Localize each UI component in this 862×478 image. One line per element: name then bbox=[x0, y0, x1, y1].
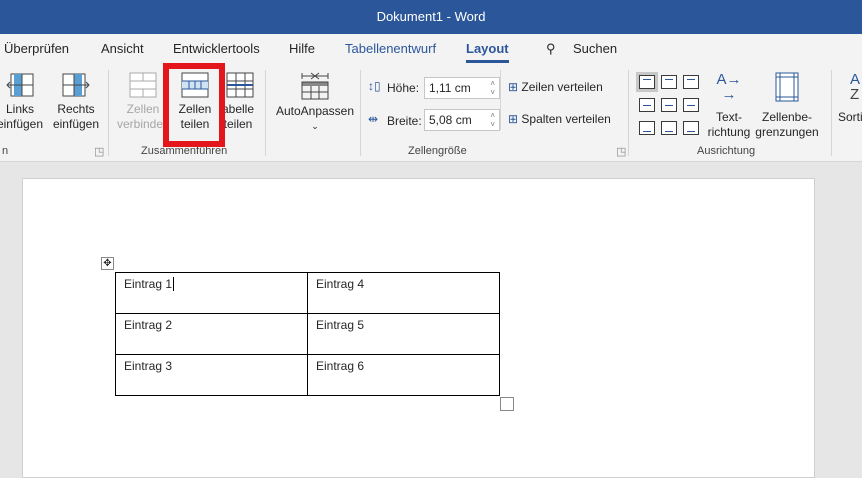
label: Zellen bbox=[126, 102, 160, 116]
label: Text- bbox=[715, 110, 742, 124]
title-bar: Dokument1 - Word bbox=[0, 0, 862, 34]
align-bottom-right-icon[interactable] bbox=[683, 121, 699, 135]
distribute-columns-button[interactable]: ⊞ Spalten verteilen bbox=[508, 112, 611, 126]
align-top-center-icon[interactable] bbox=[661, 75, 677, 89]
sort-button[interactable]: AZ Sorti bbox=[838, 72, 862, 125]
table-row: Eintrag 1 Eintrag 4 bbox=[115, 272, 500, 314]
autofit-button[interactable]: AutoAnpassen ⌄ bbox=[272, 72, 358, 134]
autofit-icon bbox=[301, 72, 329, 100]
group-label-alignment: Ausrichtung bbox=[697, 145, 756, 157]
label: Links bbox=[5, 102, 34, 116]
divider bbox=[628, 70, 629, 156]
merge-cells-button[interactable]: Zellen verbinden bbox=[117, 72, 169, 132]
distribute-columns-icon: ⊞ bbox=[508, 112, 519, 126]
group-label-size: Zellengröße bbox=[408, 145, 467, 157]
label: AutoAnpassen bbox=[275, 104, 355, 118]
merge-cells-icon bbox=[129, 72, 157, 98]
tab-layout[interactable]: Layout bbox=[466, 41, 509, 63]
table-cell[interactable]: Eintrag 4 bbox=[307, 272, 500, 314]
dialog-launcher-icon[interactable]: ◳ bbox=[94, 145, 104, 158]
alignment-grid bbox=[636, 70, 704, 142]
spinner-icon[interactable]: ˄ ˅ bbox=[490, 111, 495, 129]
label: einfügen bbox=[0, 117, 44, 131]
width-label: Breite: bbox=[387, 114, 422, 128]
width-input[interactable]: 5,08 cm ˄ ˅ bbox=[424, 109, 500, 131]
ribbon: Links einfügen Rechts einfügen n ◳ Zellen v… bbox=[0, 64, 862, 162]
label: verbinden bbox=[117, 117, 169, 131]
highlight-box bbox=[163, 63, 225, 147]
insert-left-icon bbox=[6, 73, 34, 97]
height-input[interactable]: 1,11 cm ˄ ˅ bbox=[424, 77, 500, 99]
align-bottom-left-icon[interactable] bbox=[639, 121, 655, 135]
divider bbox=[108, 70, 109, 156]
search-box[interactable]: Suchen bbox=[573, 41, 617, 56]
label: Spalten verteilen bbox=[521, 112, 611, 126]
height-value: 1,11 cm bbox=[429, 81, 471, 95]
table-row: Eintrag 3 Eintrag 6 bbox=[115, 354, 500, 396]
align-top-left-icon[interactable] bbox=[639, 75, 655, 89]
label: Zellenbe- bbox=[761, 110, 813, 124]
table-cell[interactable]: Eintrag 6 bbox=[307, 354, 500, 396]
distribute-rows-button[interactable]: ⊞ Zeilen verteilen bbox=[508, 80, 603, 94]
table-resize-handle[interactable] bbox=[500, 397, 514, 411]
chevron-down-icon: ⌄ bbox=[311, 121, 319, 131]
table-move-handle-icon[interactable]: ✥ bbox=[101, 257, 114, 270]
document-table[interactable]: Eintrag 1 Eintrag 4 Eintrag 2 Eintrag 5 Ei… bbox=[115, 272, 500, 396]
table-cell[interactable]: Eintrag 1 bbox=[115, 272, 308, 314]
cell-text: Eintrag 1 bbox=[124, 277, 173, 291]
label: Tabelle bbox=[222, 102, 254, 116]
divider bbox=[265, 70, 266, 156]
tab-ueberpruefen[interactable]: Überprüfen bbox=[4, 41, 69, 56]
align-top-right-icon[interactable] bbox=[683, 75, 699, 89]
sort-icon: AZ bbox=[850, 71, 861, 103]
tab-hilfe[interactable]: Hilfe bbox=[289, 41, 315, 56]
table-row: Eintrag 2 Eintrag 5 bbox=[115, 313, 500, 355]
height-icon: ↕▯ bbox=[368, 79, 381, 93]
label: richtung bbox=[707, 125, 751, 139]
tab-ansicht[interactable]: Ansicht bbox=[101, 41, 144, 56]
cell-margins-button[interactable]: Zellenbe-grenzungen bbox=[754, 72, 820, 140]
group-label-rows-cols: n bbox=[2, 145, 9, 157]
label: teilen bbox=[223, 117, 253, 131]
table-cell[interactable]: Eintrag 3 bbox=[115, 354, 308, 396]
insert-right-icon bbox=[62, 73, 90, 97]
split-table-button[interactable]: Tabelleteilen bbox=[222, 72, 254, 132]
window-title: Dokument1 - Word bbox=[376, 9, 486, 24]
text-direction-icon: A→ → bbox=[716, 71, 742, 103]
ribbon-tabs: Überprüfen Ansicht Entwicklertools Hilfe… bbox=[0, 34, 862, 64]
width-value: 5,08 cm bbox=[429, 113, 472, 127]
tab-tabellenentwurf[interactable]: Tabellenentwurf bbox=[345, 41, 436, 56]
tab-entwicklertools[interactable]: Entwicklertools bbox=[173, 41, 260, 56]
split-table-icon bbox=[226, 72, 254, 98]
table-cell[interactable]: Eintrag 2 bbox=[115, 313, 308, 355]
label: Rechts bbox=[57, 102, 95, 116]
spinner-icon[interactable]: ˄ ˅ bbox=[490, 79, 495, 97]
divider bbox=[831, 70, 832, 156]
label: einfügen bbox=[52, 117, 100, 131]
table-cell[interactable]: Eintrag 5 bbox=[307, 313, 500, 355]
cell-margins-icon bbox=[775, 72, 799, 102]
search-icon[interactable]: ⚲ bbox=[546, 41, 556, 57]
label: Zeilen verteilen bbox=[521, 80, 603, 94]
align-middle-left-icon[interactable] bbox=[639, 98, 655, 112]
align-bottom-center-icon[interactable] bbox=[661, 121, 677, 135]
dialog-launcher-icon[interactable]: ◳ bbox=[616, 145, 626, 158]
insert-right-button[interactable]: Rechts einfügen bbox=[50, 72, 102, 132]
distribute-rows-icon: ⊞ bbox=[508, 80, 519, 94]
width-icon: ⇹ bbox=[368, 112, 379, 126]
divider bbox=[360, 70, 361, 156]
divider bbox=[500, 70, 501, 130]
label: grenzungen bbox=[755, 125, 819, 139]
text-direction-button[interactable]: A→ → Text-richtung bbox=[704, 72, 754, 140]
align-middle-center-icon[interactable] bbox=[661, 98, 677, 112]
text-cursor bbox=[173, 277, 175, 291]
align-middle-right-icon[interactable] bbox=[683, 98, 699, 112]
insert-left-button[interactable]: Links einfügen bbox=[0, 72, 46, 132]
height-label: Höhe: bbox=[387, 81, 420, 95]
label: Sorti bbox=[838, 110, 862, 124]
